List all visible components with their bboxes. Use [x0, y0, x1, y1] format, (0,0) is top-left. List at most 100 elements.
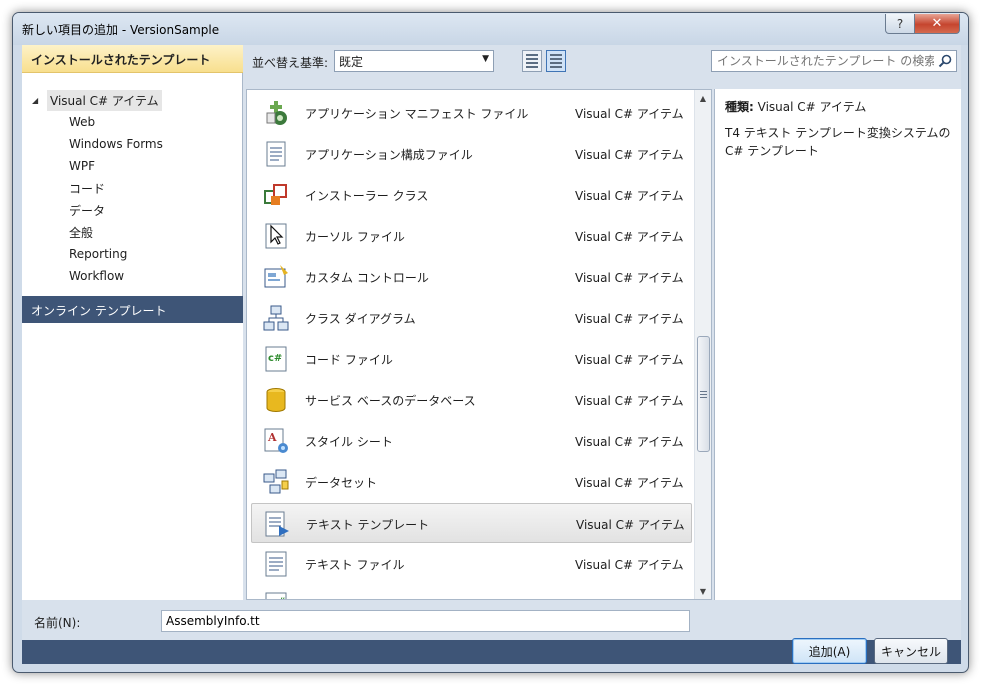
dataset-icon — [262, 468, 290, 496]
tree-item-web[interactable]: Web — [69, 111, 95, 133]
tree-item-windows-forms[interactable]: Windows Forms — [69, 133, 163, 155]
search-icon[interactable] — [937, 53, 953, 69]
template-item-name: インストーラー クラス — [305, 189, 429, 203]
installed-templates-label: インストールされたテンプレート — [31, 53, 211, 67]
template-kind: 種類: Visual C# アイテム — [725, 98, 866, 115]
sort-label: 並べ替え基準: — [252, 56, 329, 70]
name-input[interactable] — [161, 610, 690, 632]
template-item-name: コード ファイル — [305, 353, 393, 367]
template-item-name: アプリケーション構成ファイル — [305, 148, 473, 162]
sort-dropdown[interactable]: 既定 ▼ — [334, 50, 494, 72]
cancel-button[interactable]: キャンセル — [874, 638, 948, 664]
template-item[interactable]: インストーラー クラス Visual C# アイテム — [251, 175, 692, 215]
template-item[interactable]: データセット Visual C# アイテム — [251, 462, 692, 502]
template-item-type: Visual C# アイテム — [576, 518, 685, 532]
sort-value: 既定 — [339, 54, 364, 69]
database-icon — [262, 386, 290, 414]
template-item[interactable]: テキスト ファイル Visual C# アイテム — [251, 544, 692, 584]
template-item-type: Visual C# アイテム — [575, 353, 684, 367]
template-item[interactable]: サービス ベースのデータベース Visual C# アイテム — [251, 380, 692, 420]
tree-item-label: Visual C# アイテム — [47, 89, 162, 111]
online-templates-header[interactable]: オンライン テンプレート — [22, 296, 243, 323]
template-item[interactable]: アプリケーション マニフェスト ファイル Visual C# アイテム — [251, 93, 692, 133]
online-templates-label: オンライン テンプレート — [31, 304, 167, 318]
template-item-type: Visual C# アイテム — [575, 558, 684, 572]
debugger-visualizer-icon: c# — [262, 591, 290, 599]
scroll-down-arrow-icon[interactable]: ▼ — [695, 583, 711, 599]
template-item-type: Visual C# アイテム — [575, 435, 684, 449]
list-toolbar: 並べ替え基準: 既定 ▼ — [244, 45, 961, 89]
list-view-button[interactable] — [546, 50, 566, 72]
template-item-name: テキスト ファイル — [305, 558, 405, 572]
template-item-name: テキスト テンプレート — [306, 518, 430, 532]
tree-item-workflow[interactable]: Workflow — [69, 265, 124, 287]
search-input[interactable] — [712, 51, 934, 71]
tree-item-general[interactable]: 全般 — [69, 221, 93, 243]
template-item[interactable]: c#デバッガー ビジュアライザーVisual C# アイテム — [251, 585, 692, 599]
template-description: T4 テキスト テンプレート変換システムの C# テンプレート — [725, 126, 951, 158]
tree-item-data[interactable]: データ — [69, 199, 105, 221]
kind-label: 種類: — [725, 100, 754, 114]
template-item-name: カスタム コントロール — [305, 271, 429, 285]
template-item-name: クラス ダイアグラム — [305, 312, 416, 326]
title-bar: 新しい項目の追加 - VersionSample ? ✕ — [13, 13, 968, 45]
tree-item-reporting[interactable]: Reporting — [69, 243, 127, 265]
template-details-panel: 種類: Visual C# アイテム T4 テキスト テンプレート変換システムの… — [714, 89, 961, 600]
small-icons-view-button[interactable] — [522, 50, 542, 72]
dialog-content: インストールされたテンプレート ◢ Visual C# アイテム Web Win… — [22, 45, 961, 664]
code-file-icon: c# — [262, 345, 290, 373]
text-template-icon — [263, 510, 291, 538]
custom-control-icon — [262, 263, 290, 291]
window-title: 新しい項目の追加 - VersionSample — [22, 23, 220, 37]
installer-class-icon — [262, 181, 290, 209]
template-item-name: データセット — [305, 476, 378, 490]
template-item-name: カーソル ファイル — [305, 230, 405, 244]
tree-item-code[interactable]: コード — [69, 177, 105, 199]
scrollbar-thumb[interactable] — [697, 336, 710, 452]
template-item-type: Visual C# アイテム — [575, 189, 684, 203]
add-new-item-dialog: 新しい項目の追加 - VersionSample ? ✕ インストールされたテン… — [12, 12, 969, 673]
template-item[interactable]: カーソル ファイル Visual C# アイテム — [251, 216, 692, 256]
template-item-type: Visual C# アイテム — [575, 312, 684, 326]
template-category-panel: インストールされたテンプレート ◢ Visual C# アイテム Web Win… — [22, 45, 243, 600]
left-panel-empty-area — [22, 323, 243, 600]
tree-item-wpf[interactable]: WPF — [69, 155, 95, 177]
template-item-type: Visual C# アイテム — [575, 230, 684, 244]
template-item-type: Visual C# アイテム — [575, 476, 684, 490]
scroll-up-arrow-icon[interactable]: ▲ — [695, 90, 711, 106]
tree-item-visual-csharp[interactable]: ◢ Visual C# アイテム — [32, 89, 172, 111]
cursor-file-icon — [262, 222, 290, 250]
help-button[interactable]: ? — [885, 14, 915, 34]
config-file-icon — [262, 140, 290, 168]
template-item[interactable]: c# コード ファイル Visual C# アイテム — [251, 339, 692, 379]
template-item-name: スタイル シート — [305, 435, 393, 449]
template-item-name: アプリケーション マニフェスト ファイル — [305, 107, 529, 121]
button-bar: 追加(A) キャンセル — [22, 638, 961, 664]
template-item-type: Visual C# アイテム — [575, 107, 684, 121]
close-button[interactable]: ✕ — [914, 14, 960, 34]
class-diagram-icon — [262, 304, 290, 332]
manifest-icon — [262, 99, 290, 127]
template-item[interactable]: アプリケーション構成ファイル Visual C# アイテム — [251, 134, 692, 174]
add-button[interactable]: 追加(A) — [792, 638, 867, 664]
template-item-selected[interactable]: テキスト テンプレート Visual C# アイテム — [251, 503, 692, 543]
list-scrollbar[interactable]: ▲ ▼ — [694, 90, 711, 599]
template-item-type: Visual C# アイテム — [575, 271, 684, 285]
small-icons-view-icon — [526, 54, 538, 68]
search-box[interactable] — [711, 50, 957, 72]
kind-value: Visual C# アイテム — [757, 100, 867, 114]
template-item[interactable]: A スタイル シート Visual C# アイテム — [251, 421, 692, 461]
template-item-name: サービス ベースのデータベース — [305, 394, 476, 408]
dropdown-arrow-icon: ▼ — [482, 54, 489, 64]
template-item[interactable]: クラス ダイアグラム Visual C# アイテム — [251, 298, 692, 338]
svg-text:A: A — [267, 431, 277, 444]
installed-templates-header[interactable]: インストールされたテンプレート — [22, 45, 243, 73]
template-item-type: Visual C# アイテム — [575, 394, 684, 408]
template-item-type: Visual C# アイテム — [575, 148, 684, 162]
grip-icon — [700, 390, 707, 398]
template-item[interactable]: カスタム コントロール Visual C# アイテム — [251, 257, 692, 297]
text-file-icon — [262, 550, 290, 578]
expand-arrow-icon[interactable]: ◢ — [32, 96, 42, 105]
template-list: アプリケーション マニフェスト ファイル Visual C# アイテム アプリケーシ… — [246, 89, 712, 600]
name-label: 名前(N): — [34, 616, 81, 630]
